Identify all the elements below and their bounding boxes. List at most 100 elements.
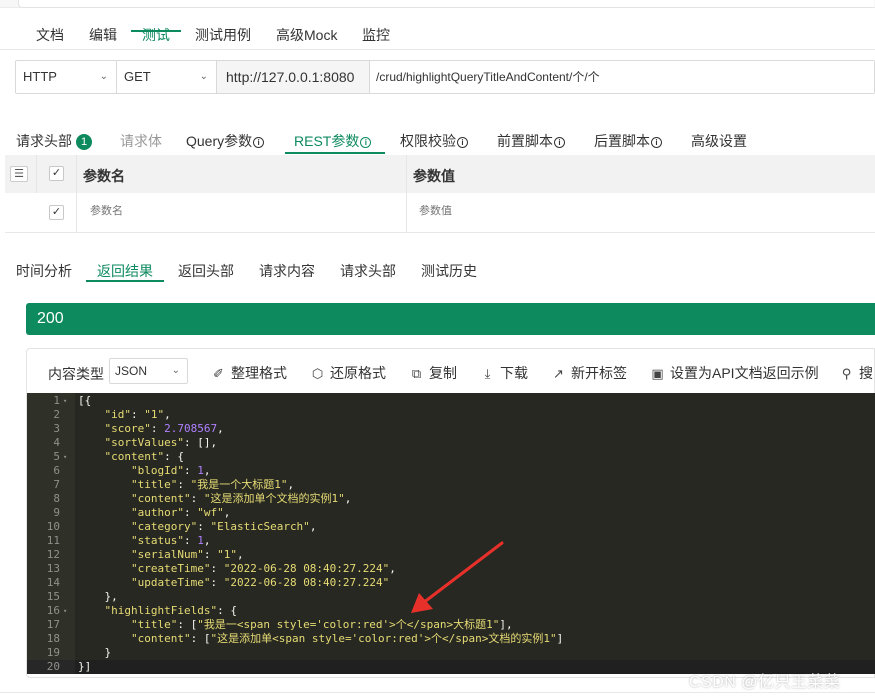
line-number: 16 <box>46 604 60 617</box>
check-header-cell: ✓ <box>37 155 77 193</box>
line-number: 12 <box>46 548 60 561</box>
chevron-down-icon: ⌄ <box>199 71 208 82</box>
tab-test[interactable]: 测试 <box>142 25 170 45</box>
download-label: 下载 <box>500 365 528 381</box>
method-select[interactable]: GET ⌄ <box>117 61 217 93</box>
code-line: 12 "serialNum": "1", <box>27 548 875 562</box>
code-line: 11 "status": 1, <box>27 534 875 548</box>
download-icon: ⤓ <box>484 366 491 381</box>
tab-auth[interactable]: 权限校验 i <box>400 131 468 151</box>
line-number: 7 <box>53 478 60 491</box>
table-row: ✓ <box>5 193 875 232</box>
watermark: CSDN @亿只王菜菜 <box>689 674 841 691</box>
fold-arrow-icon[interactable]: ▾ <box>63 394 67 408</box>
select-all-checkbox[interactable]: ✓ <box>49 166 64 181</box>
line-number: 10 <box>46 520 60 533</box>
tab-query-params[interactable]: Query参数 i <box>186 131 265 151</box>
tab-response-headers[interactable]: 返回头部 <box>178 261 234 281</box>
code-text: "status": 1, <box>130 534 211 547</box>
protocol-value: HTTP <box>23 69 57 84</box>
tab-response-request-headers[interactable]: 请求头部 <box>340 261 396 281</box>
line-number: 8 <box>53 492 60 505</box>
code-line: 3 "score": 2.708567, <box>27 422 875 436</box>
request-tabs: 请求头部 1 请求体 Query参数 i REST参数 i 权限校验 i 前置脚本 i 后… <box>0 128 875 155</box>
tab-advanced-settings[interactable]: 高级设置 <box>691 131 747 151</box>
code-line: 19 } <box>27 646 875 660</box>
line-number: 17 <box>46 618 60 631</box>
code-text: "author": "wf", <box>130 506 231 519</box>
content-type-label: 内容类型 <box>48 366 104 382</box>
tab-pre-script[interactable]: 前置脚本 i <box>497 131 565 151</box>
tab-monitor[interactable]: 监控 <box>362 25 390 45</box>
tab-doc[interactable]: 文档 <box>36 25 64 45</box>
response-toolbar: 内容类型 JSON ⌄ ✐ 整理格式 ⬡ 还原格式 ⧉ 复制 ⤓ 下载 ↗ 新开标签 ▣ 设… <box>27 349 875 393</box>
line-number: 14 <box>46 576 60 589</box>
new-tab-button[interactable]: ↗ 新开标签 <box>551 363 627 383</box>
line-number: 18 <box>46 632 60 645</box>
tab-test-cases[interactable]: 测试用例 <box>195 25 251 45</box>
param-name-input[interactable] <box>90 205 290 217</box>
search-button[interactable]: ⚲ 搜 <box>839 363 873 383</box>
code-text: "sortValues": [], <box>104 436 218 449</box>
line-number: 4 <box>53 436 60 449</box>
fold-arrow-icon[interactable]: ▾ <box>63 450 67 464</box>
protocol-select[interactable]: HTTP ⌄ <box>16 61 117 93</box>
menu-cell: ☰ <box>5 155 37 193</box>
code-line: 10 "category": "ElasticSearch", <box>27 520 875 534</box>
tab-request-content[interactable]: 请求内容 <box>259 261 315 281</box>
tab-request-body[interactable]: 请求体 <box>120 131 162 151</box>
tab-timing[interactable]: 时间分析 <box>16 261 72 281</box>
tab-label: REST参数 <box>294 133 360 149</box>
content-type-select[interactable]: JSON ⌄ <box>109 358 188 384</box>
main-tab-underline <box>131 30 181 32</box>
copy-icon: ⧉ <box>411 366 422 381</box>
path-input[interactable] <box>370 61 874 93</box>
set-example-button[interactable]: ▣ 设置为API文档返回示例 <box>650 363 818 383</box>
chevron-down-icon: ⌄ <box>99 71 108 82</box>
search-label: 搜 <box>859 365 873 381</box>
tab-response-result[interactable]: 返回结果 <box>97 261 153 281</box>
code-line: 7 "title": "我是一个大标题1", <box>27 478 875 492</box>
param-value-input[interactable] <box>419 205 619 217</box>
restore-button[interactable]: ⬡ 还原格式 <box>310 363 386 383</box>
tab-test-history[interactable]: 测试历史 <box>421 261 477 281</box>
param-name-header: 参数名 <box>83 168 125 184</box>
row-spacer <box>5 193 37 232</box>
brush-icon: ✐ <box>213 366 224 381</box>
tab-edit[interactable]: 编辑 <box>89 25 117 45</box>
value-header-cell: 参数值 <box>407 155 875 193</box>
param-table-header: ☰ ✓ 参数名 参数值 <box>5 155 875 193</box>
tab-rest-params[interactable]: REST参数 i <box>294 131 372 151</box>
tab-request-headers[interactable]: 请求头部 1 <box>16 131 92 151</box>
name-header-cell: 参数名 <box>77 155 407 193</box>
fold-arrow-icon[interactable]: ▾ <box>63 604 67 618</box>
param-table: ☰ ✓ 参数名 参数值 ✓ <box>5 155 875 233</box>
code-editor[interactable]: 1 ▾[{2 "id": "1", 3 "score": 2.708567, 4 "s… <box>27 393 875 674</box>
row-checkbox[interactable]: ✓ <box>49 205 64 220</box>
copy-button[interactable]: ⧉ 复制 <box>409 363 457 383</box>
download-button[interactable]: ⤓ 下载 <box>480 363 528 383</box>
url-bar: HTTP ⌄ GET ⌄ http://127.0.0.1:8080 <box>15 60 875 94</box>
tab-label: 后置脚本 <box>594 133 650 149</box>
line-number: 19 <box>46 646 60 659</box>
code-text: "blogId": 1, <box>130 464 211 477</box>
tab-label: 权限校验 <box>400 133 456 149</box>
row-name-cell <box>77 193 407 232</box>
format-button[interactable]: ✐ 整理格式 <box>211 363 287 383</box>
menu-icon[interactable]: ☰ <box>10 166 28 182</box>
tab-post-script[interactable]: 后置脚本 i <box>594 131 662 151</box>
code-lines: 1 ▾[{2 "id": "1", 3 "score": 2.708567, 4 "s… <box>27 394 875 674</box>
line-number: 11 <box>46 534 60 547</box>
code-text: "createTime": "2022-06-28 08:40:27.224", <box>130 562 396 575</box>
code-text: "highlightFields": { <box>104 604 237 617</box>
code-text: } <box>78 646 112 659</box>
tab-advanced-mock[interactable]: 高级Mock <box>276 25 337 45</box>
new-tab-label: 新开标签 <box>571 365 627 381</box>
line-number: 20 <box>46 660 60 673</box>
code-line: 6 "blogId": 1, <box>27 464 875 478</box>
line-number: 15 <box>46 590 60 603</box>
main-tabs: 文档 编辑 测试 测试用例 高级Mock 监控 <box>0 18 875 50</box>
code-line: 14 "updateTime": "2022-06-28 08:40:27.22… <box>27 576 875 590</box>
cube-icon: ⬡ <box>311 366 324 381</box>
line-number: 1 <box>53 394 60 407</box>
